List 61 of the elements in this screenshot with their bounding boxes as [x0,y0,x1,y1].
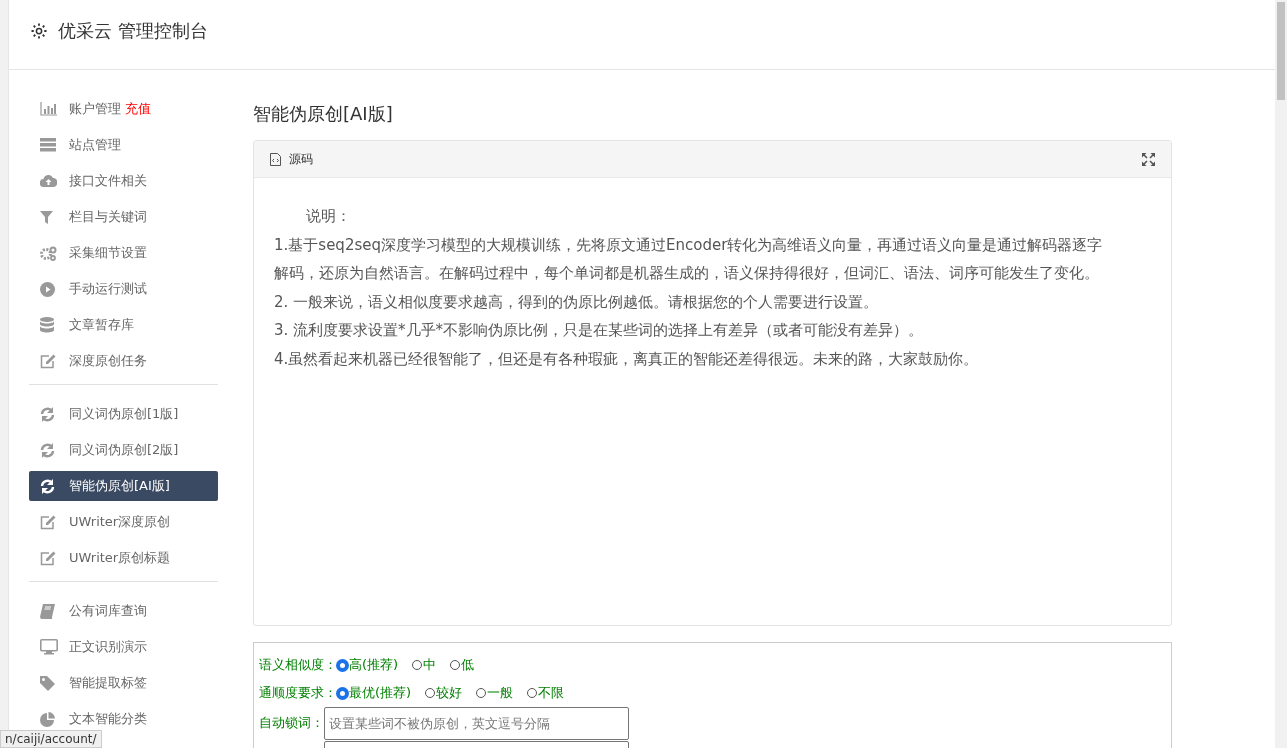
sidebar-item[interactable]: 智能提取标签 [29,668,218,698]
input-field[interactable]: 设置某些词不被伪原创，英文逗号分隔 [324,707,629,740]
tag-icon [40,675,55,691]
radio-button[interactable] [337,687,348,699]
server-icon [40,138,56,152]
radio-option[interactable]: 最优(推荐) [337,684,412,702]
radio-option[interactable]: 较好 [425,684,463,702]
sidebar-item[interactable]: 手动运行测试 [29,274,218,304]
radio-button[interactable] [337,659,348,671]
gears-icon [40,245,57,261]
sidebar-item[interactable]: 栏目与关键词 [29,202,218,232]
sidebar-item[interactable]: UWriter原创标题 [29,543,218,573]
refresh-icon [40,478,55,494]
description-text: 4.虽然看起来机器已经很智能了，但还是有各种瑕疵，离真正的智能还差得很远。未来的路，大家鼓励你。 [274,348,980,370]
sidebar-item[interactable]: 同义词伪原创[1版] [29,399,218,429]
description-text: 2. 一般来说，语义相似度要求越高，得到的伪原比例越低。请根据您的个人需要进行设置。 [274,291,880,313]
edit-icon [40,353,56,369]
option-label: 自动锁词： [259,714,324,732]
sidebar-item[interactable]: 接口文件相关 [29,166,218,196]
database-icon [40,317,54,333]
bar-chart-icon [40,102,57,116]
scrollbar-thumb[interactable] [1277,2,1285,100]
sidebar-item[interactable]: 采集细节设置 [29,238,218,268]
sidebar-item[interactable]: 公有词库查询 [29,596,218,626]
monitor-icon [40,639,58,655]
edit-icon [40,550,56,566]
description-text: 3. 流利度要求设置*几乎*不影响伪原比例，只是在某些词的选择上有差异（或者可能没有差异）。 [274,320,925,341]
option-label: 语义相似度： [259,656,337,674]
sidebar-item[interactable]: 同义词伪原创[2版] [29,435,218,465]
expand-icon[interactable] [1142,152,1155,166]
code-file-icon [270,152,281,166]
option-label: 通顺度要求： [259,684,337,702]
sidebar-item[interactable]: 站点管理 [29,130,218,160]
pie-chart-icon [40,711,55,727]
sidebar-item[interactable]: 智能伪原创[AI版] [29,471,218,501]
radio-option[interactable]: 中 [412,656,437,674]
page-title: 智能伪原创[AI版] [253,102,394,126]
edit-icon [40,514,56,530]
cloud-upload-icon [40,175,57,187]
settings-icon [30,21,48,40]
sidebar-item[interactable]: UWriter深度原创 [29,507,218,537]
sidebar-item[interactable]: 账户管理 充值 [29,94,218,124]
sidebar-item[interactable]: 文章暂存库 [29,310,218,340]
status-url: n/caiji/account/ [0,730,102,748]
refresh-icon [40,442,55,458]
panel-title: 源码 [289,150,313,168]
description-text: 1.基于seq2seq深度学习模型的大规模训练，先将原文通过Encoder转化为高维语义向量，再通过语义向量是通过解码器逐字解码，还原为自然语言。在解码过程中，每个单词都是机器生成的，语义保持得很好，但词汇、语法、词序可能发生了变化。 [274,234,1104,284]
radio-option[interactable]: 高(推荐) [337,656,399,674]
radio-option[interactable]: 一般 [476,684,514,702]
play-icon [40,281,55,297]
radio-option[interactable]: 低 [450,656,475,674]
radio-option[interactable]: 不限 [527,684,565,702]
refresh-icon [40,406,55,422]
scrollbar[interactable] [1275,0,1287,748]
sidebar-item[interactable]: 深度原创任务 [29,346,218,376]
book-icon [40,603,55,619]
recharge-link[interactable]: 充值 [125,100,151,118]
filter-icon [40,210,53,224]
description-text: 说明： [305,206,352,227]
sidebar-item[interactable]: 正文识别演示 [29,632,218,662]
console-title: 优采云 管理控制台 [58,18,208,43]
